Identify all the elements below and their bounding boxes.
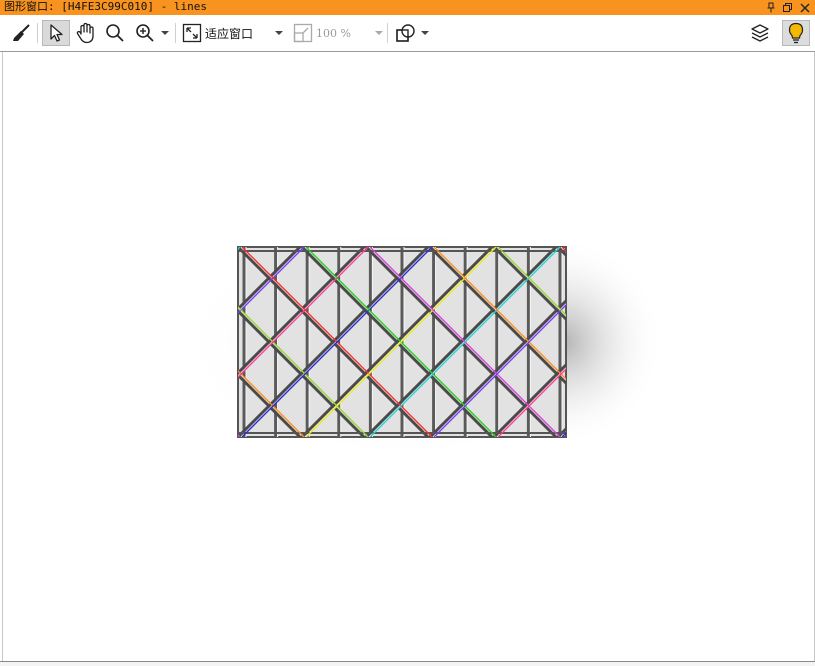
restore-button[interactable]	[780, 0, 794, 15]
search-icon	[106, 24, 124, 42]
toolbar-separator	[37, 23, 38, 43]
plate-rib	[3, 247, 44, 437]
layers-button[interactable]	[747, 20, 773, 46]
detected-line	[3, 247, 176, 437]
detected-line	[690, 247, 814, 437]
plate-rib	[3, 247, 175, 437]
chevron-down-icon	[421, 31, 429, 35]
clear-button[interactable]	[8, 20, 34, 46]
detected-line	[690, 247, 814, 437]
pointer-tool-button[interactable]	[42, 20, 70, 46]
plate-rib	[753, 247, 814, 437]
close-icon	[800, 3, 810, 12]
graphics-canvas[interactable]	[2, 52, 815, 661]
detected-line	[754, 247, 814, 437]
zoom-in-icon	[136, 24, 154, 42]
detected-line	[3, 247, 176, 437]
plate-rib	[3, 247, 175, 437]
plate-rib	[750, 247, 814, 437]
plate-rib	[3, 247, 172, 437]
pan-hand-icon	[76, 22, 94, 44]
window-bottom-border	[0, 661, 815, 666]
chevron-down-icon	[275, 31, 284, 35]
plate-rib	[3, 247, 111, 437]
pointer-icon	[50, 24, 63, 42]
broom-icon	[13, 24, 30, 41]
pan-tool-button[interactable]	[73, 20, 99, 46]
plate-rib	[686, 247, 814, 437]
image-display	[3, 222, 814, 462]
detected-line	[3, 247, 112, 437]
plate-rib	[753, 247, 814, 437]
plate-rib	[3, 247, 111, 437]
zoom-in-dropdown[interactable]	[132, 20, 172, 46]
plate-rib	[3, 247, 47, 437]
plate-rib	[3, 247, 47, 437]
plate-rib	[686, 247, 814, 437]
plate-rib	[750, 247, 814, 437]
title-bar: 图形窗口: [H4FE3C99C010] - lines	[0, 0, 815, 15]
magnify-tool-button[interactable]	[103, 20, 127, 46]
toolbar: 适应窗口 100 %	[0, 15, 815, 52]
zoom-level-select[interactable]: 100 %	[291, 20, 385, 46]
layers-icon	[751, 24, 769, 42]
fit-mode-select[interactable]: 适应窗口	[180, 20, 290, 46]
shapes-icon	[396, 24, 415, 42]
chevron-down-icon	[374, 31, 383, 35]
toolbar-separator	[387, 23, 388, 43]
window-title: 图形窗口: [H4FE3C99C010] - lines	[4, 0, 207, 13]
detected-line	[754, 247, 814, 437]
close-button[interactable]	[798, 0, 812, 15]
plate-rib	[3, 247, 172, 437]
fit-mode-label: 适应窗口	[205, 26, 254, 41]
restore-icon	[782, 3, 792, 12]
fit-window-icon	[182, 23, 202, 43]
detected-line	[3, 247, 112, 437]
toolbar-separator	[175, 23, 176, 43]
lightbulb-icon	[788, 22, 804, 44]
plate-rib	[3, 247, 108, 437]
plate-rib	[3, 247, 108, 437]
chevron-down-icon	[161, 31, 169, 35]
shape-dropdown[interactable]	[392, 20, 432, 46]
plate-rib	[689, 247, 814, 437]
pin-button[interactable]	[764, 0, 778, 15]
zoom-level-icon	[293, 23, 313, 43]
plate-rib	[689, 247, 814, 437]
zoom-level-label: 100 %	[316, 26, 351, 40]
plate-rib	[3, 247, 44, 437]
hint-toggle-button[interactable]	[782, 20, 810, 46]
pin-icon	[767, 2, 775, 13]
